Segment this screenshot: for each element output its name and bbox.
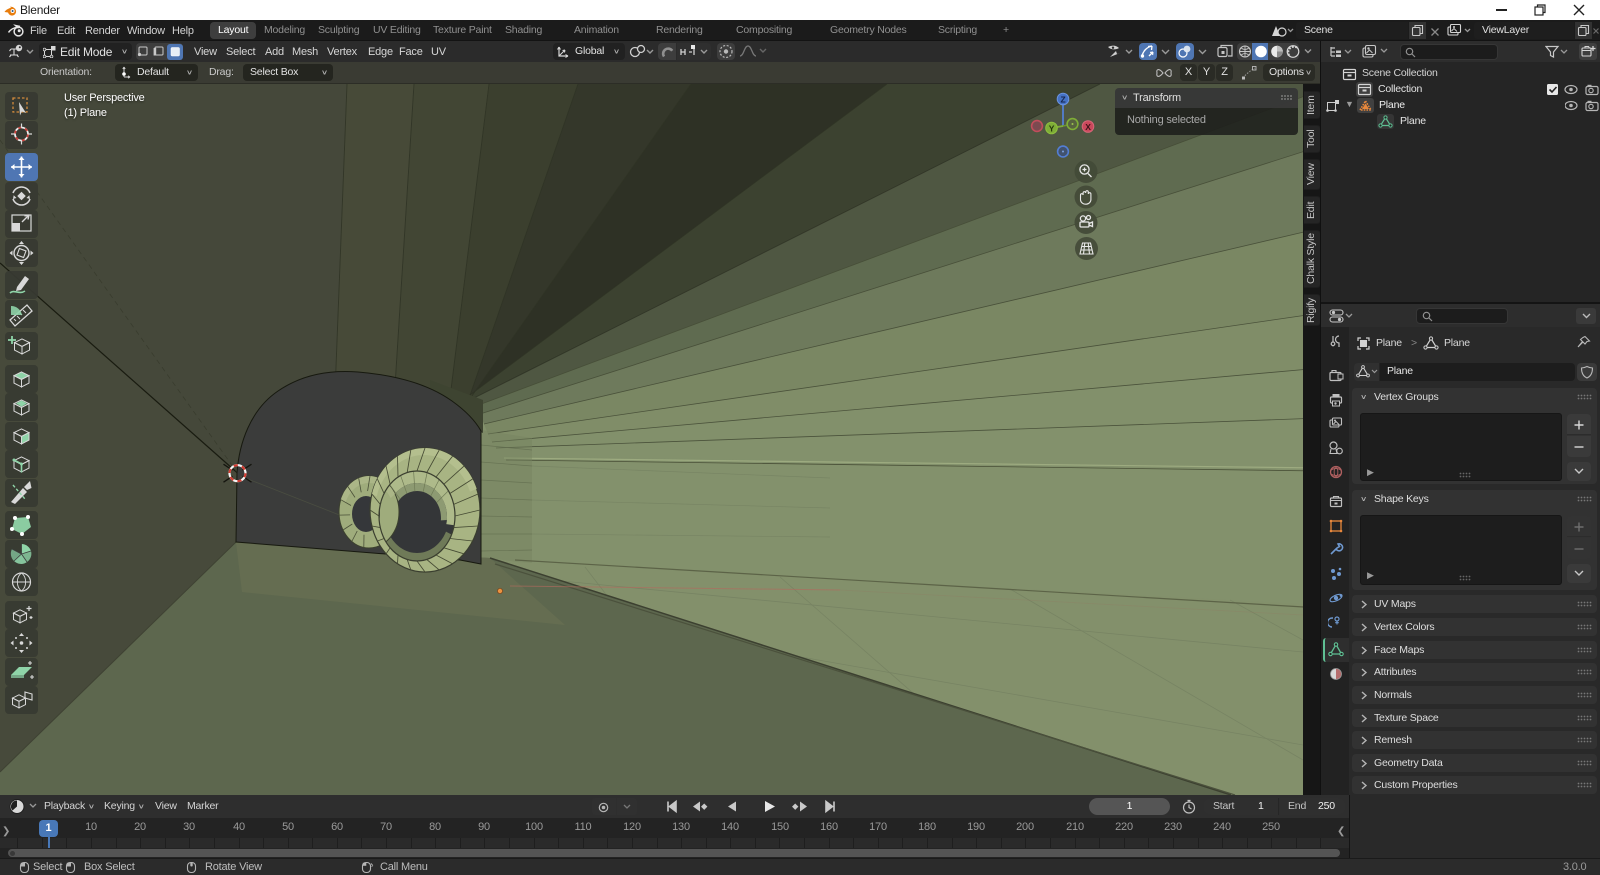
svg-text:X: X bbox=[1085, 122, 1091, 132]
svg-text:Y: Y bbox=[1049, 124, 1055, 134]
svg-text:Z: Z bbox=[1061, 95, 1066, 105]
